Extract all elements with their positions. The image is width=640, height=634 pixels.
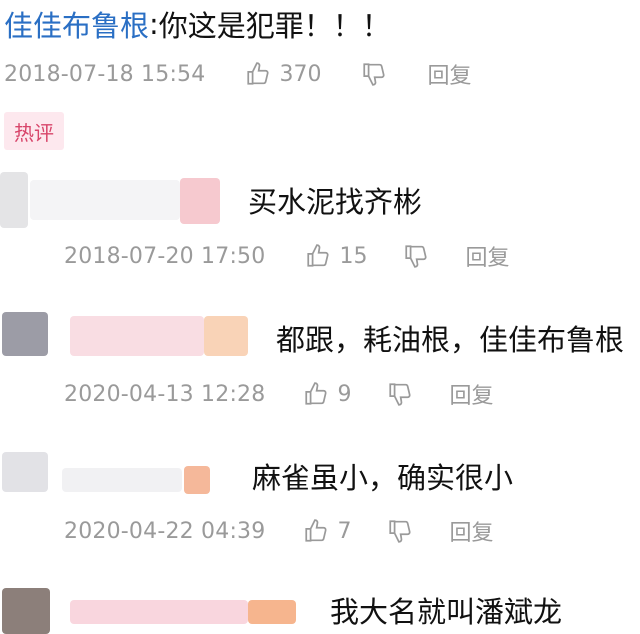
username-blurred[interactable] bbox=[62, 468, 182, 492]
username-blurred-accent bbox=[184, 466, 210, 494]
top-comment-line: 佳佳布鲁根 : 你这是犯罪！！！ bbox=[4, 4, 391, 44]
avatar[interactable] bbox=[2, 588, 50, 634]
reply-text: 麻雀虽小，确实很小 bbox=[252, 461, 514, 495]
reply-text: 我大名就叫潘斌龙 bbox=[330, 595, 563, 629]
reply-timestamp: 2018-07-20 17:50 bbox=[64, 243, 266, 269]
reply-like-count: 9 bbox=[337, 381, 352, 407]
thumbs-down-icon[interactable] bbox=[387, 381, 413, 407]
reply-text: 买水泥找齐彬 bbox=[248, 185, 423, 219]
reply-timestamp: 2020-04-13 12:28 bbox=[64, 381, 266, 407]
reply-meta: 2018-07-20 17:50 15 回复 bbox=[64, 240, 509, 272]
thumbs-down-icon[interactable] bbox=[387, 518, 413, 544]
reply-timestamp: 2020-04-22 04:39 bbox=[64, 518, 266, 544]
reply-like-count: 15 bbox=[339, 243, 368, 269]
thumbs-up-icon[interactable] bbox=[303, 381, 329, 407]
reply-text: 都跟，耗油根，佳佳布鲁根 bbox=[276, 323, 625, 357]
thumbs-up-icon[interactable] bbox=[245, 61, 271, 87]
top-comment-username[interactable]: 佳佳布鲁根 bbox=[4, 3, 149, 45]
avatar[interactable] bbox=[2, 452, 48, 492]
username-blurred[interactable] bbox=[70, 316, 204, 356]
top-comment-text: 你这是犯罪！！！ bbox=[158, 9, 391, 43]
username-blurred-accent bbox=[204, 316, 248, 356]
avatar[interactable] bbox=[0, 172, 28, 228]
reply-meta: 2020-04-22 04:39 7 回复 bbox=[64, 515, 493, 547]
hot-comments-badge: 热评 bbox=[4, 112, 64, 150]
thumbs-up-icon[interactable] bbox=[303, 518, 329, 544]
top-comment-meta: 2018-07-18 15:54 370 回复 bbox=[4, 58, 471, 90]
reply-button[interactable]: 回复 bbox=[449, 378, 493, 410]
top-comment-reply-button[interactable]: 回复 bbox=[427, 58, 471, 90]
top-comment-separator: : bbox=[149, 7, 159, 41]
thumbs-down-icon[interactable] bbox=[361, 61, 387, 87]
reply-meta: 2020-04-13 12:28 9 回复 bbox=[64, 378, 493, 410]
username-blurred[interactable] bbox=[30, 180, 180, 220]
username-blurred-accent bbox=[180, 178, 220, 224]
avatar[interactable] bbox=[2, 312, 48, 356]
username-blurred[interactable] bbox=[70, 600, 248, 624]
top-comment-timestamp: 2018-07-18 15:54 bbox=[4, 61, 206, 87]
reply-button[interactable]: 回复 bbox=[449, 515, 493, 547]
thumbs-down-icon[interactable] bbox=[403, 243, 429, 269]
reply-button[interactable]: 回复 bbox=[465, 240, 509, 272]
top-comment-like-count: 370 bbox=[279, 61, 322, 87]
reply-like-count: 7 bbox=[337, 518, 352, 544]
username-blurred-accent bbox=[248, 600, 296, 624]
thumbs-up-icon[interactable] bbox=[305, 243, 331, 269]
